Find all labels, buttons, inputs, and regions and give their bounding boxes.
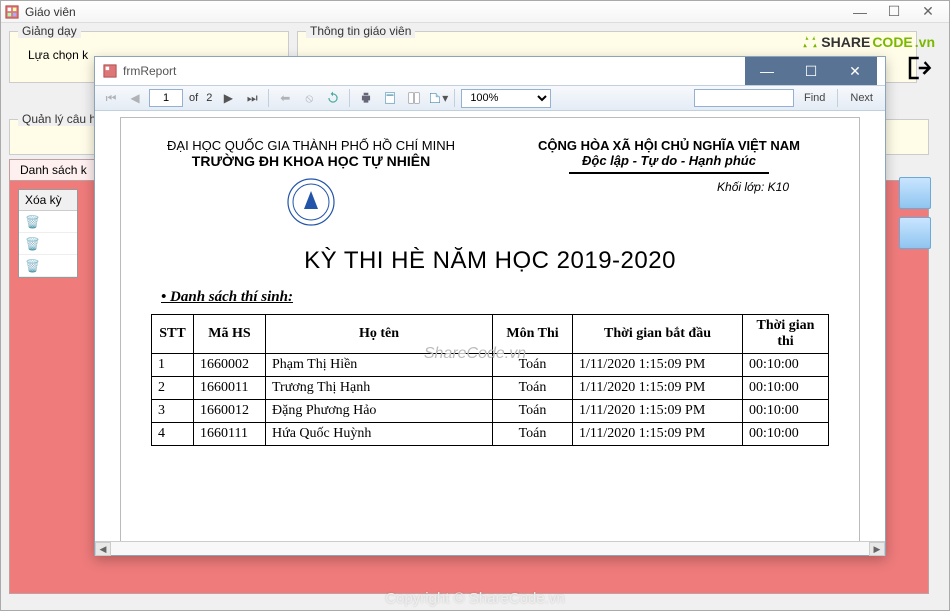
page-number-input[interactable]: [149, 89, 183, 107]
report-window: frmReport — ☐ ✕ ⏮ ◀ of 2 ▶ ⏭ ⬅ ⦸ ▾ 100% …: [94, 56, 886, 556]
print-button[interactable]: [356, 88, 376, 108]
grid-row[interactable]: 🗑️: [19, 255, 77, 277]
report-close-button[interactable]: ✕: [833, 57, 877, 85]
th-mahs: Mã HS: [194, 315, 266, 354]
school-logo-icon: [286, 177, 336, 227]
th-dur: Thời gian thi: [743, 315, 829, 354]
nation-text: CỘNG HÒA XÃ HỘI CHỦ NGHĨA VIỆT NAM: [509, 138, 829, 153]
action-button-1[interactable]: [899, 177, 931, 209]
report-minimize-button[interactable]: —: [745, 57, 789, 85]
table-row: 41660111Hứa Quốc HuỳnhToán1/11/2020 1:15…: [152, 423, 829, 446]
th-stt: STT: [152, 315, 194, 354]
next-page-button[interactable]: ▶: [218, 88, 238, 108]
page-total-label: 2: [204, 92, 214, 104]
stop-button[interactable]: ⦸: [299, 88, 319, 108]
luachon-label: Lựa chọn k: [28, 48, 88, 62]
exit-icon[interactable]: [905, 53, 935, 83]
next-find-button[interactable]: Next: [844, 92, 879, 104]
report-maximize-button[interactable]: ☐: [789, 57, 833, 85]
table-row: 21660011Trương Thị HạnhToán1/11/2020 1:1…: [152, 377, 829, 400]
groupbox-thongtin-legend: Thông tin giáo viên: [306, 24, 415, 38]
form-icon: [103, 64, 117, 78]
scroll-right-button[interactable]: ▶: [869, 542, 885, 556]
print-layout-button[interactable]: [380, 88, 400, 108]
zoom-select[interactable]: 100%: [461, 89, 551, 108]
table-row: 11660002Phạm Thị HiềnToán1/11/2020 1:15:…: [152, 354, 829, 377]
students-table: STT Mã HS Họ tên Môn Thi Thời gian bắt đ…: [151, 314, 829, 446]
find-button[interactable]: Find: [798, 92, 831, 104]
first-page-button[interactable]: ⏮: [101, 88, 121, 108]
recycle-icon: [801, 33, 819, 51]
th-monthi: Môn Thi: [493, 315, 573, 354]
page-setup-button[interactable]: [404, 88, 424, 108]
exam-title: KỲ THI HÈ NĂM HỌC 2019-2020: [151, 247, 829, 275]
report-title-text: frmReport: [123, 64, 176, 78]
grid-row[interactable]: 🗑️: [19, 211, 77, 233]
app-icon: [5, 5, 19, 19]
sharecode-logo: SHARECODE.vn: [801, 33, 935, 51]
main-minimize-button[interactable]: —: [843, 2, 877, 22]
refresh-button[interactable]: [323, 88, 343, 108]
table-row: 31660012Đặng Phương HảoToán1/11/2020 1:1…: [152, 400, 829, 423]
delete-grid: Xóa kỳ 🗑️ 🗑️ 🗑️: [18, 189, 78, 278]
class-group: Khối lớp: K10: [509, 180, 829, 194]
grid-header-xoaky: Xóa kỳ: [19, 190, 77, 211]
report-viewer[interactable]: ĐẠI HỌC QUỐC GIA THÀNH PHỐ HỒ CHÍ MINH T…: [95, 111, 885, 541]
action-button-2[interactable]: [899, 217, 931, 249]
prev-page-button[interactable]: ◀: [125, 88, 145, 108]
th-hoten: Họ tên: [266, 315, 493, 354]
main-maximize-button[interactable]: ☐: [877, 2, 911, 22]
report-titlebar[interactable]: frmReport — ☐ ✕: [95, 57, 885, 85]
main-title: Giáo viên: [25, 5, 76, 19]
right-toolbar: [899, 177, 935, 257]
back-button[interactable]: ⬅: [275, 88, 295, 108]
page-of-label: of: [187, 92, 200, 104]
grid-row[interactable]: 🗑️: [19, 233, 77, 255]
motto-text: Độc lập - Tự do - Hạnh phúc: [509, 153, 829, 168]
university-name: ĐẠI HỌC QUỐC GIA THÀNH PHỐ HỒ CHÍ MINH: [151, 138, 471, 153]
main-close-button[interactable]: ✕: [911, 2, 945, 22]
report-page: ĐẠI HỌC QUỐC GIA THÀNH PHỐ HỒ CHÍ MINH T…: [120, 117, 860, 541]
scroll-left-button[interactable]: ◀: [95, 542, 111, 556]
last-page-button[interactable]: ⏭: [242, 88, 262, 108]
groupbox-quanly-legend: Quản lý câu h: [18, 112, 100, 126]
find-input[interactable]: [694, 89, 794, 107]
tab-danhsach[interactable]: Danh sách k: [9, 159, 98, 180]
report-toolbar: ⏮ ◀ of 2 ▶ ⏭ ⬅ ⦸ ▾ 100% Find Next: [95, 85, 885, 111]
school-name: TRƯỜNG ĐH KHOA HỌC TỰ NHIÊN: [151, 153, 471, 169]
th-start: Thời gian bắt đầu: [573, 315, 743, 354]
horizontal-scrollbar[interactable]: ◀ ▶: [95, 541, 885, 555]
groupbox-giangday-legend: Giảng dạy: [18, 24, 81, 38]
main-titlebar[interactable]: Giáo viên — ☐ ✕: [1, 1, 949, 23]
section-heading: Danh sách thí sinh:: [161, 289, 829, 306]
export-button[interactable]: ▾: [428, 88, 448, 108]
